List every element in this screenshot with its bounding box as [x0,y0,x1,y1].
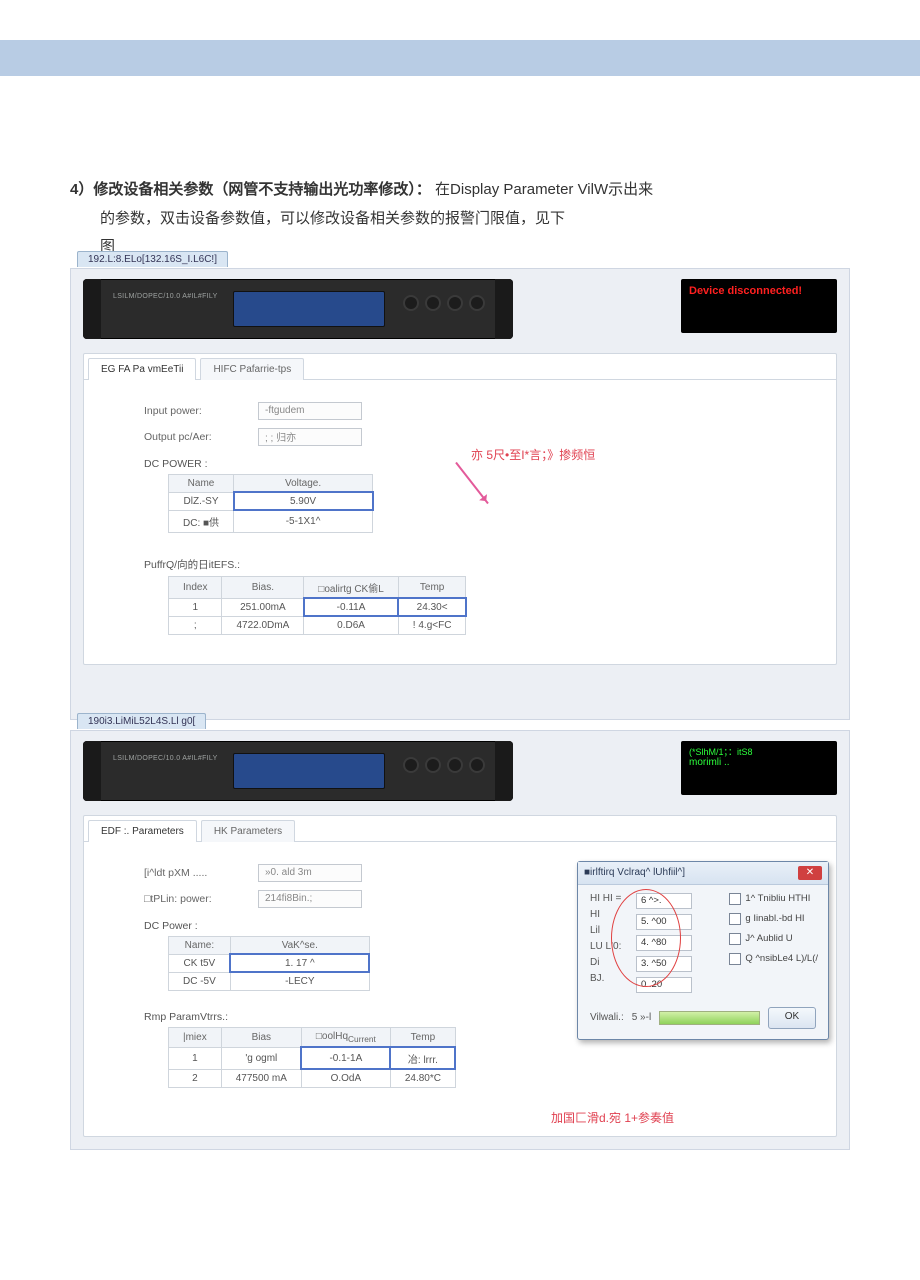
dc-power-table-2: Name:VaK^se. CK t5V1. 17 ^ DC -5V-LECY [168,936,370,991]
pump-col-index: Index [169,576,222,598]
screenshot-1: 192.L:8.ELo[132.16S_I.L6C!] LSILM/DOPEC/… [70,268,850,720]
pump2-col-bias: Bias [221,1027,301,1047]
top-blue-bar [0,40,920,76]
value-bar [659,1011,760,1025]
output-power-label: Output pc/Aer: [144,431,244,443]
dc-row2-voltage-2[interactable]: -LECY [230,972,369,990]
enable-lulo-check[interactable]: Q ^nsibLe4 L)/L(/ [729,953,818,965]
input-power-label-2: [i^ldt pXM ..... [144,867,244,879]
pump-col-temp: Temp [398,576,466,598]
pump-col-cooling: □oalirtg CK偷L [304,576,399,598]
knob-icon [449,759,461,771]
ok-button[interactable]: OK [768,1007,816,1029]
dc-row2-name: DC: ■供 [169,510,234,532]
output-power-field-2[interactable]: 214fi8Bin.; [258,890,362,908]
annotation-1: 亦 5尺•至I*言；》掺频恒 [471,446,595,463]
status-disconnected: Device disconnected! [681,279,837,333]
device-image-2: LSILM/DOPEC/10.0 A#IL#FILY [83,741,513,801]
dc-col-name-2: Name: [169,936,231,954]
output-power-field[interactable]: ; ; 归亦 [258,428,362,446]
tab-edfa-params[interactable]: EG FA Pa vmEeTii [88,358,196,380]
pump-r1-temp[interactable]: 24.30< [398,598,466,616]
device-lcd-1 [233,291,385,327]
knob-icon [471,759,483,771]
device-lcd-2 [233,753,385,789]
window-tab-1[interactable]: 192.L:8.ELo[132.16S_I.L6C!] [77,251,228,267]
knob-icon [427,759,439,771]
tab-hfc-params-2[interactable]: HK Parameters [201,820,295,842]
pump-table-1: Index Bias. □oalirtg CK偷L Temp 1 251.00m… [168,576,466,635]
enable-hihi-check[interactable]: 1^ Tnibliu HTHI [729,893,818,905]
tab-hfc-params[interactable]: HIFC Pafarrie-tps [200,358,304,380]
knob-icon [405,297,417,309]
input-power-field-2[interactable]: »0. ald 3m [258,864,362,882]
pump2-r1-temp[interactable]: 冶: lrrr. [390,1047,455,1069]
enable-hi-check[interactable]: g Iinabl.-bd HI [729,913,818,925]
pump2-r2-bias[interactable]: 477500 mA [221,1069,301,1087]
tab-edfa-params-2[interactable]: EDF :. Parameters [88,820,197,842]
pump-r1-bias[interactable]: 251.00mA [222,598,304,616]
pump2-r2-index: 2 [169,1069,222,1087]
pump-r1-index: 1 [169,598,222,616]
dialog-title: ■irlftirq Vclraq^ lUhfiil^] [584,867,685,878]
pump-col-bias: Bias. [222,576,304,598]
pump2-r1-cooling[interactable]: -0.1-1A [301,1047,390,1069]
pump-r1-cooling[interactable]: -0.11A [304,598,399,616]
status-line2: morimli .. [689,757,829,769]
output-power-label-2: □tPLin: power: [144,893,244,905]
annotation-oval [611,889,681,987]
heading-rest1: 在Display Parameter VilW示出来 [435,181,653,198]
bj-label: BJ. [590,973,626,984]
dc-row1-voltage-2[interactable]: 1. 17 ^ [230,954,369,972]
enable-u-check[interactable]: J^ Aublid U [729,933,818,945]
pump-table-2: |miex Bias □oolHqCurrent Temp 1 'g ogml … [168,1027,456,1088]
dc-col-name: Name [169,474,234,492]
dc-col-voltage: Voltage. [234,474,373,492]
dc-power-table-1: NameVoltage. DlZ.-SY5.90V DC: ■供-5-1X1^ [168,474,373,533]
dc-col-voltage-2: VaK^se. [230,936,369,954]
pump-r2-index: ; [169,616,222,634]
annotation-2: 加国匚滑d.宛 1+参奏值 [551,1109,674,1126]
knob-icon [471,297,483,309]
pump2-r1-index: 1 [169,1047,222,1069]
pump-r2-temp[interactable]: ! 4.g<FC [398,616,466,634]
dc-row1-name: DlZ.-SY [169,492,234,510]
heading-prefix: 4）修改设备相关参数（网管不支持输出光功率修改）： [70,181,431,198]
pump-r2-bias[interactable]: 4722.0DmA [222,616,304,634]
knob-icon [405,759,417,771]
device-label-1: LSILM/DOPEC/10.0 A#IL#FILY [113,293,218,300]
screenshot-2: 190i3.LiMiL52L4S.Ll g0[ LSILM/DOPEC/10.0… [70,730,850,1150]
device-image-1: LSILM/DOPEC/10.0 A#IL#FILY [83,279,513,339]
device-label-2: LSILM/DOPEC/10.0 A#IL#FILY [113,755,218,762]
pump2-col-index: |miex [169,1027,222,1047]
input-power-label: Input power: [144,405,244,417]
pump-r2-cooling[interactable]: 0.D6A [304,616,399,634]
status-connected: (*SlhM/1；：itS8 morimli .. [681,741,837,795]
pump2-r1-bias[interactable]: 'g ogml [221,1047,301,1069]
pump2-r2-cooling[interactable]: O.OdA [301,1069,390,1087]
vilwali-label: Vilwali.: [590,1012,624,1023]
heading-line2: 的参数，双击设备参数值，可以修改设备相关参数的报警门限值，见下 [70,205,850,234]
dc-row2-name-2: DC -5V [169,972,231,990]
dc-row1-name-2: CK t5V [169,954,231,972]
params-panel-1: EG FA Pa vmEeTii HIFC Pafarrie-tps Input… [83,353,837,665]
dc-row1-voltage[interactable]: 5.90V [234,492,373,510]
vilwali-value: 5 »-l [632,1012,651,1023]
input-power-field[interactable]: -ftgudem [258,402,362,420]
pump-params-heading: PuffrQ/向的日itEFS.: [144,557,786,572]
close-icon[interactable]: ✕ [798,866,822,880]
pump2-col-temp: Temp [390,1027,455,1047]
instruction-text: 4）修改设备相关参数（网管不支持输出光功率修改）： 在Display Param… [0,76,920,262]
dc-power-heading: DC POWER : [144,458,786,470]
window-tab-2[interactable]: 190i3.LiMiL52L4S.Ll g0[ [77,713,206,729]
pump2-r2-temp[interactable]: 24.80*C [390,1069,455,1087]
status-line1: (*SlhM/1；：itS8 [689,747,829,758]
hihi-label: HI HI = [590,893,626,904]
dc-row2-voltage[interactable]: -5-1X1^ [234,510,373,532]
pump2-col-cooling: □oolHqCurrent [301,1027,390,1047]
knob-icon [427,297,439,309]
knob-icon [449,297,461,309]
